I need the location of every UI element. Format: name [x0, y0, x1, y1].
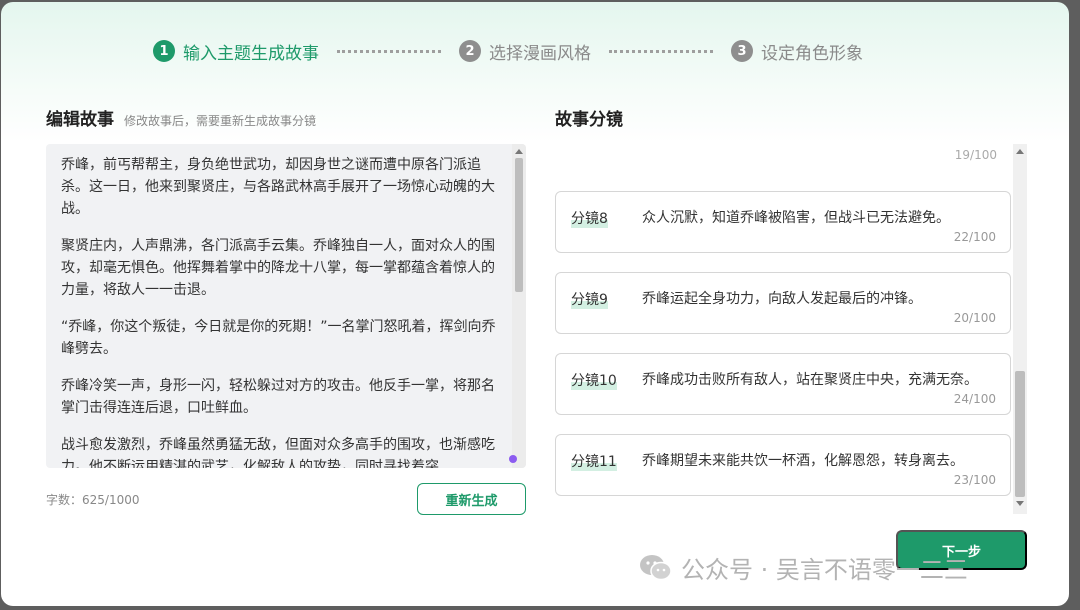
card-count: 23/100: [953, 473, 996, 487]
story-paragraph: 聚贤庄内，人声鼎沸，各门派高手云集。乔峰独自一人，面对众人的围攻，却毫无惧色。他…: [61, 238, 495, 298]
editor-scroll-thumb[interactable]: [515, 158, 523, 292]
storyboard-scroll-thumb[interactable]: [1015, 371, 1025, 497]
stepper: 1 输入主题生成故事 2 选择漫画风格 3 设定角色形象: [153, 38, 863, 64]
card-text[interactable]: 乔峰成功击败所有敌人，站在聚贤庄中央，充满无奈。: [642, 369, 978, 389]
story-paragraph: “乔峰，你这个叛徒，今日就是你的死期！”一名掌门怒吼着，挥剑向乔峰劈去。: [61, 319, 496, 357]
storyboard-list[interactable]: 19/100 分镜8 众人沉默，知道乔峰被陷害，但战斗已无法避免。 22/100…: [555, 144, 1027, 514]
step-2[interactable]: 2 选择漫画风格: [459, 39, 591, 64]
storyboard-card-9[interactable]: 分镜9 乔峰运起全身功力，向敌人发起最后的冲锋。 20/100: [555, 272, 1011, 334]
story-paragraph: 乔峰，前丐帮帮主，身负绝世武功，却因身世之谜而遭中原各门派追杀。这一日，他来到聚…: [61, 157, 495, 217]
editor-scrollbar[interactable]: [512, 144, 526, 468]
card-7-count: 19/100: [954, 148, 997, 162]
step-number: 2: [459, 40, 481, 62]
step-label: 选择漫画风格: [489, 43, 591, 64]
resize-handle-icon[interactable]: [509, 455, 517, 463]
editor-subtitle: 修改故事后，需要重新生成故事分镜: [124, 114, 317, 128]
step-connector: [609, 49, 713, 53]
card-text[interactable]: 乔峰期望未来能共饮一杯酒，化解恩怨，转身离去。: [642, 450, 964, 470]
wechat-icon: [640, 554, 672, 580]
story-text[interactable]: 乔峰，前丐帮帮主，身负绝世武功，却因身世之谜而遭中原各门派追杀。这一日，他来到聚…: [61, 154, 506, 468]
card-count: 24/100: [953, 392, 996, 406]
step-number: 1: [153, 40, 175, 62]
storyboard-title: 故事分镜: [555, 110, 623, 130]
editor-header: 编辑故事 修改故事后，需要重新生成故事分镜: [46, 105, 316, 130]
card-label: 分镜11: [571, 451, 617, 471]
scroll-up-arrow-icon[interactable]: [1016, 149, 1024, 154]
step-3[interactable]: 3 设定角色形象: [731, 39, 863, 64]
story-dialog: 1 输入主题生成故事 2 选择漫画风格 3 设定角色形象 编辑故事 修改故事后，…: [1, 2, 1069, 606]
storyboard-card-11[interactable]: 分镜11 乔峰期望未来能共饮一杯酒，化解恩怨，转身离去。 23/100: [555, 434, 1011, 496]
step-number: 3: [731, 40, 753, 62]
editor-title: 编辑故事: [46, 110, 114, 130]
step-label: 设定角色形象: [761, 43, 863, 64]
step-1[interactable]: 1 输入主题生成故事: [153, 39, 319, 64]
card-label: 分镜8: [571, 208, 608, 228]
storyboard-scrollbar[interactable]: [1013, 144, 1027, 514]
step-connector: [337, 49, 441, 53]
regenerate-button[interactable]: 重新生成: [417, 483, 526, 515]
scroll-up-arrow-icon[interactable]: [515, 149, 523, 154]
watermark-text: 公众号 · 吴言不语零一二三: [681, 556, 968, 584]
watermark: 公众号 · 吴言不语零一二三: [639, 550, 968, 585]
scroll-down-arrow-icon[interactable]: [1016, 501, 1024, 506]
story-paragraph: 战斗愈发激烈，乔峰虽然勇猛无敌，但面对众多高手的围攻，也渐感吃力。他不断运用精湛…: [61, 437, 495, 468]
card-count: 20/100: [953, 311, 996, 325]
storyboard-card-10[interactable]: 分镜10 乔峰成功击败所有敌人，站在聚贤庄中央，充满无奈。 24/100: [555, 353, 1011, 415]
story-textarea[interactable]: 乔峰，前丐帮帮主，身负绝世武功，却因身世之谜而遭中原各门派追杀。这一日，他来到聚…: [46, 144, 526, 468]
storyboard-header: 故事分镜: [555, 105, 623, 130]
char-count: 字数：625/1000: [46, 493, 140, 507]
storyboard-card-8[interactable]: 分镜8 众人沉默，知道乔峰被陷害，但战斗已无法避免。 22/100: [555, 191, 1011, 253]
card-text[interactable]: 乔峰运起全身功力，向敌人发起最后的冲锋。: [642, 288, 922, 308]
card-text[interactable]: 众人沉默，知道乔峰被陷害，但战斗已无法避免。: [642, 207, 950, 227]
step-label: 输入主题生成故事: [183, 43, 319, 64]
story-paragraph: 乔峰冷笑一声，身形一闪，轻松躲过对方的攻击。他反手一掌，将那名掌门击得连连后退，…: [61, 378, 495, 416]
card-label: 分镜9: [571, 289, 608, 309]
card-count: 22/100: [953, 230, 996, 244]
card-label: 分镜10: [571, 370, 617, 390]
